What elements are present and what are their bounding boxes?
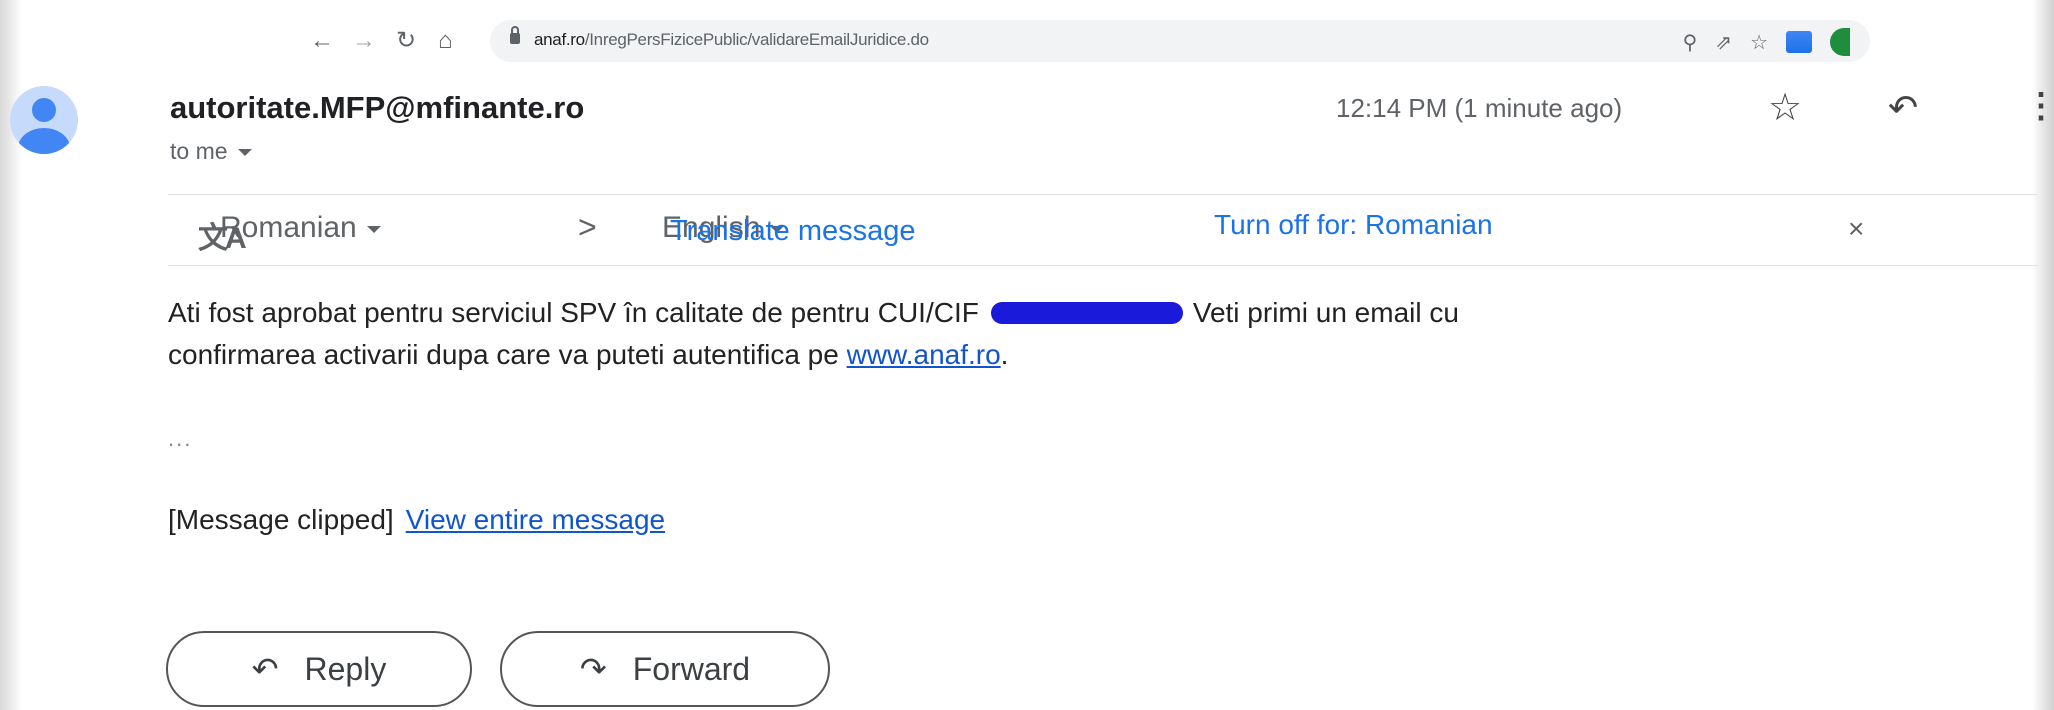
sender-avatar[interactable] [10,86,78,154]
share-icon[interactable]: ⇗ [1715,30,1732,55]
url-text: anaf.ro/InregPersFizicePublic/validareEm… [534,30,929,50]
address-bar-actions: ⚲ ⇗ ☆ [1683,28,1850,56]
url-domain: anaf.ro [534,30,585,49]
turn-off-translation-link[interactable]: Turn off for: Romanian [1214,209,1493,241]
body-text-segment: Ati fost aprobat pentru serviciul SPV în… [168,297,979,328]
avatar-head [32,98,56,122]
source-language-select[interactable]: Romanian [220,211,381,245]
lock-icon[interactable] [510,26,520,44]
arrow-right-icon[interactable]: → [352,26,376,56]
chevron-right-icon: > [578,209,597,245]
forward-label: Forward [632,650,751,687]
caret-down-icon [366,225,381,233]
caret-down-icon [237,149,252,157]
forward-button[interactable]: ↷ Forward [500,631,830,707]
body-text-segment: confirmarea activarii dupa care va putet… [168,339,839,370]
more-vert-icon[interactable]: ⋮ [2024,86,2054,126]
reply-button[interactable]: ↶ Reply [166,631,472,707]
avatar-body [18,128,70,154]
bookmark-star-icon[interactable]: ☆ [1750,30,1768,55]
star-icon[interactable]: ☆ [1768,88,1802,128]
body-text-segment: Veti primi un email cu [1192,297,1459,328]
view-entire-message-link[interactable]: View entire message [406,504,665,535]
message-time: 12:14 PM (1 minute ago) [1336,93,1623,123]
trimmed-content-toggle[interactable]: ... [168,426,192,452]
message-body: Ati fost aprobat pentru serviciul SPV în… [168,292,1459,376]
translate-bar: 文A Romanian > English Translate message … [168,194,2038,266]
recipient-label: to me [170,138,228,164]
redaction-mark [990,301,1183,324]
home-icon[interactable]: ⌂ [438,26,453,56]
body-line-1: Ati fost aprobat pentru serviciul SPV în… [168,292,1459,334]
recipient-details[interactable]: to me [170,138,252,165]
profile-icon[interactable] [1830,28,1850,56]
address-bar[interactable]: anaf.ro/InregPersFizicePublic/validareEm… [490,20,1870,62]
anaf-link[interactable]: www.anaf.ro [847,339,1001,370]
reply-arrow-icon[interactable]: ↶ [1888,88,1918,128]
arrow-left-icon[interactable]: ← [310,26,334,56]
browser-toolbar: ← → ↻ ⌂ anaf.ro/InregPersFizicePublic/va… [310,14,1900,68]
translate-message-link[interactable]: Translate message [670,215,916,248]
close-icon[interactable]: × [1848,213,1864,245]
sender-address[interactable]: autoritate.MFP@mfinante.ro [170,90,584,126]
zoom-icon[interactable]: ⚲ [1683,30,1698,55]
source-language-label: Romanian [220,211,357,244]
message-clipped-notice: [Message clipped] View entire message [168,504,665,536]
forward-icon: ↷ [579,651,607,687]
reply-icon: ↶ [251,651,279,687]
body-text-segment: . [1000,339,1009,370]
body-line-2: confirmarea activarii dupa care va putet… [168,334,1459,376]
url-path: /InregPersFizicePublic/validareEmailJuri… [584,30,929,49]
reply-label: Reply [304,650,387,687]
extension-icon[interactable] [1786,31,1812,53]
clipped-label: [Message clipped] [168,504,394,535]
reload-icon[interactable]: ↻ [396,26,416,56]
